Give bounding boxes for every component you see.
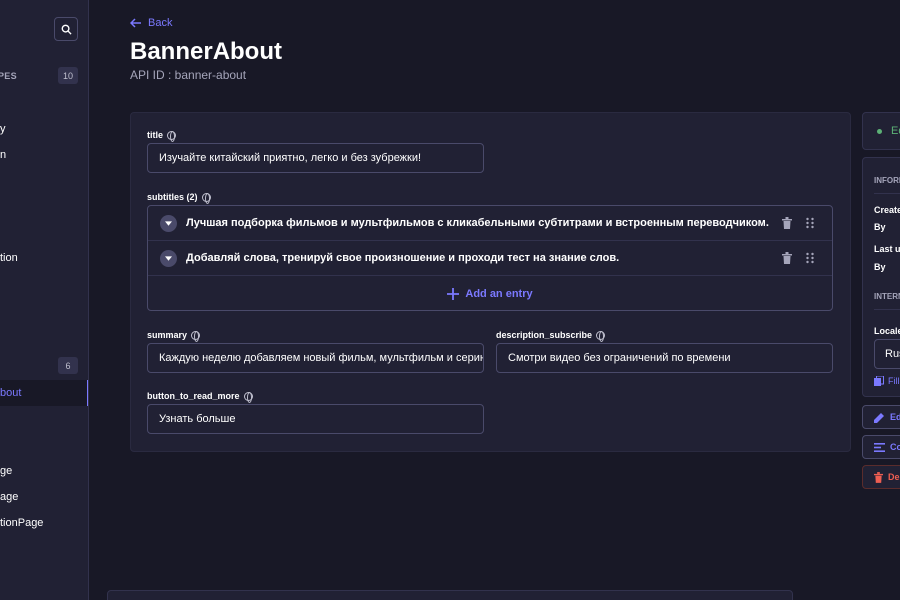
internationalization-heading: INTERN bbox=[874, 292, 900, 301]
last-updated-label: Last up bbox=[874, 244, 900, 254]
expand-button[interactable] bbox=[160, 249, 177, 267]
bottom-panel bbox=[107, 590, 793, 600]
button-to-read-more-input[interactable]: Узнать больше bbox=[147, 404, 484, 434]
information-heading: INFORM bbox=[874, 176, 900, 185]
fill-from-locale-link[interactable]: Fill bbox=[874, 376, 900, 386]
single-types-count-badge: 6 bbox=[58, 357, 78, 374]
sidebar-item-3[interactable]: tion bbox=[0, 245, 88, 271]
api-id: API ID : banner-about bbox=[130, 68, 247, 82]
created-label: Create bbox=[874, 205, 900, 215]
back-link[interactable]: Back bbox=[130, 17, 172, 29]
delete-button[interactable]: De bbox=[862, 465, 900, 489]
subtitles-label: subtitles (2) bbox=[147, 192, 211, 204]
chevron-down-icon bbox=[165, 220, 172, 226]
chevron-down-icon bbox=[165, 255, 172, 261]
subtitles-repeatable: Лучшая подборка фильмов и мультфильмов с… bbox=[147, 205, 833, 311]
created-by-label: By bbox=[874, 222, 886, 232]
locale-select[interactable]: Rus bbox=[874, 339, 900, 369]
sidebar-item-5[interactable]: age bbox=[0, 484, 88, 510]
sidebar-item-banner-about[interactable]: bout bbox=[0, 380, 88, 406]
drag-icon[interactable] bbox=[805, 252, 815, 264]
globe-icon bbox=[596, 330, 606, 342]
subtitle-entry-text: Лучшая подборка фильмов и мультфильмов с… bbox=[186, 217, 769, 229]
summary-input[interactable]: Каждую неделю добавляем новый фильм, мул… bbox=[147, 343, 484, 373]
plus-icon bbox=[447, 287, 460, 300]
add-entry-button[interactable]: Add an entry bbox=[148, 276, 832, 311]
sidebar: PES 10 y n tion 6 bout ge age tionPage bbox=[0, 0, 89, 600]
search-button[interactable] bbox=[54, 17, 78, 41]
subtitle-entry-text: Добавляй слова, тренируй свое произношен… bbox=[186, 252, 620, 264]
locales-label: Locales bbox=[874, 326, 900, 336]
edit-model-button[interactable]: Ed bbox=[862, 405, 900, 429]
search-icon bbox=[61, 24, 72, 35]
trash-icon[interactable] bbox=[782, 252, 792, 264]
pencil-icon bbox=[874, 412, 884, 423]
globe-icon bbox=[243, 391, 253, 403]
expand-button[interactable] bbox=[160, 214, 177, 232]
summary-label: summary bbox=[147, 330, 201, 342]
trash-icon[interactable] bbox=[782, 217, 792, 229]
sidebar-item-1[interactable]: y bbox=[0, 116, 88, 142]
description-subscribe-input[interactable]: Смотри видео без ограничений по времени bbox=[496, 343, 833, 373]
subtitle-entry[interactable]: Лучшая подборка фильмов и мультфильмов с… bbox=[148, 206, 832, 241]
button-to-read-more-label: button_to_read_more bbox=[147, 391, 253, 403]
information-panel: INFORM Create By Last up By INTERN Local… bbox=[862, 157, 900, 397]
sidebar-item-6[interactable]: tionPage bbox=[0, 510, 88, 536]
page-title: BannerAbout bbox=[130, 38, 282, 65]
title-label: title bbox=[147, 130, 177, 142]
status-text: Ed bbox=[891, 125, 900, 137]
arrow-left-icon bbox=[130, 18, 141, 28]
collection-types-count-badge: 10 bbox=[58, 67, 78, 84]
updated-by-label: By bbox=[874, 262, 886, 272]
subtitle-entry[interactable]: Добавляй слова, тренируй свое произношен… bbox=[148, 241, 832, 276]
list-icon bbox=[874, 442, 885, 452]
title-input[interactable]: Изучайте китайский приятно, легко и без … bbox=[147, 143, 484, 173]
globe-icon bbox=[191, 330, 201, 342]
sidebar-item-2[interactable]: n bbox=[0, 142, 88, 168]
description-subscribe-label: description_subscribe bbox=[496, 330, 606, 342]
globe-icon bbox=[201, 192, 211, 204]
status-box: Ed bbox=[862, 112, 900, 150]
back-label: Back bbox=[148, 17, 173, 29]
status-dot bbox=[877, 129, 882, 134]
configure-view-button[interactable]: Co bbox=[862, 435, 900, 459]
sidebar-section-collection-types: PES bbox=[0, 71, 17, 81]
drag-icon[interactable] bbox=[805, 217, 815, 229]
copy-icon bbox=[874, 376, 884, 386]
trash-icon bbox=[874, 471, 883, 483]
sidebar-item-4[interactable]: ge bbox=[0, 458, 88, 484]
globe-icon bbox=[167, 130, 177, 142]
